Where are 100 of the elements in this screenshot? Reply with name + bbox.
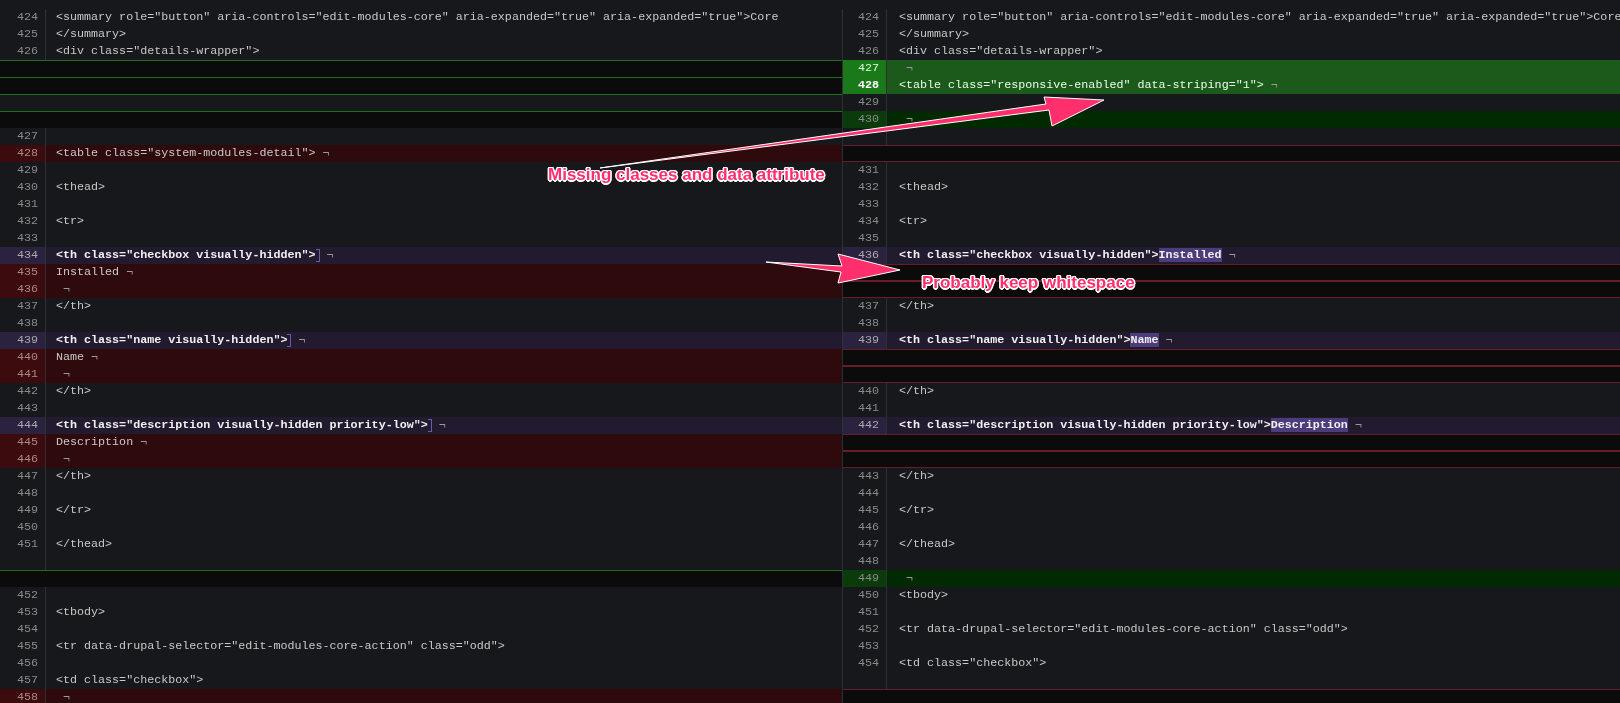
line-number: 443 [843,468,887,485]
line-number: 439 [843,332,887,349]
code-line: </th> [55,298,92,315]
line-number: 439 [0,332,46,349]
code-line: <tbody> [55,604,106,621]
annotation-label: Missing classes and data attribute [548,164,825,186]
line-number: 436 [0,281,46,298]
line-number: 435 [0,264,46,281]
line-number: 432 [0,213,46,230]
whitespace-mark: ¬ [321,145,330,162]
line-number: 433 [843,196,887,213]
code-line: <summary role="button" aria-controls="edit-modules-core" aria-expanded="true" aria-expanded="true">Core [55,9,779,26]
line-number: 448 [0,485,46,502]
code-line: <td class="checkbox"> [55,672,204,689]
whitespace-mark: ¬ [1269,77,1278,94]
code-line: <table class="system-modules-detail"> [55,145,316,162]
code-line: </tr> [898,502,935,519]
whitespace-mark: ¬ [905,60,913,77]
whitespace-mark: ¬ [1164,332,1173,349]
line-number: 454 [843,655,887,672]
code-line: <tr> [898,213,928,230]
line-number: 452 [843,621,887,638]
whitespace-mark: ¬ [325,247,334,264]
code-line: Installed [55,264,120,281]
code-line: <th class="description visually-hidden priority-low"> [55,417,428,434]
code-line: </th> [898,468,935,485]
annotation-label: Probably keep whitespace [922,272,1135,294]
line-number: 425 [0,26,46,43]
line-number: 429 [0,162,46,179]
code-line: <table class="responsive-enabled" data-striping="1"> [898,77,1264,94]
code-line: <thead> [898,179,949,196]
code-line: <tbody> [898,587,949,604]
code-line: <th class="checkbox visually-hidden">Installed [898,247,1222,264]
code-line: <th class="name visually-hidden"> [55,332,288,349]
whitespace-mark: ¬ [90,349,99,366]
code-line: <tr> [55,213,85,230]
line-number: 458 [0,689,46,703]
line-number: 430 [0,179,46,196]
line-number: 430 [843,111,887,128]
line-number: 455 [0,638,46,655]
line-number: 431 [843,162,887,179]
line-number: 432 [843,179,887,196]
whitespace-mark: ¬ [62,689,70,703]
code-line: <thead> [55,179,106,196]
line-number: 456 [0,655,46,672]
line-number: 447 [0,468,46,485]
whitespace-mark: ¬ [62,366,70,383]
code-line: <th class="checkbox visually-hidden"> [55,247,316,264]
whitespace-mark: ¬ [297,332,306,349]
line-number: 440 [0,349,46,366]
line-number: 450 [843,587,887,604]
line-number: 449 [843,570,887,587]
line-number: 441 [0,366,46,383]
whitespace-mark: ¬ [437,417,446,434]
code-line: </summary> [55,26,127,43]
line-number: 440 [843,383,887,400]
line-number: 427 [843,60,887,77]
code-line: <summary role="button" aria-controls="edit-modules-core" aria-expanded="true" aria-expanded="true">Core [898,9,1620,26]
code-line: </thead> [55,536,113,553]
whitespace-mark: ¬ [125,264,134,281]
code-line: <tr data-drupal-selector="edit-modules-core-action" class="odd"> [55,638,505,655]
line-number: 453 [843,638,887,655]
code-line: </summary> [898,26,970,43]
line-number: 431 [0,196,46,213]
whitespace-mark: ¬ [905,111,913,128]
code-line: </th> [898,298,935,315]
line-number: 425 [843,26,887,43]
line-number: 424 [843,9,887,26]
line-number: 453 [0,604,46,621]
whitespace-mark: ¬ [1227,247,1236,264]
line-number: 444 [0,417,46,434]
line-number: 451 [843,604,887,621]
code-line: </thead> [898,536,956,553]
code-line: Name [55,349,85,366]
code-line: <div class="details-wrapper"> [55,43,260,60]
line-number: 446 [843,519,887,536]
line-number: 428 [0,145,46,162]
line-number: 445 [843,502,887,519]
whitespace-mark: ¬ [905,570,913,587]
code-line: </th> [55,468,92,485]
code-line: <th class="description visually-hidden priority-low">Description [898,417,1348,434]
line-number: 442 [0,383,46,400]
line-number: 451 [0,536,46,553]
line-number: 447 [843,536,887,553]
line-number: 449 [0,502,46,519]
code-line: </th> [55,383,92,400]
code-line: <div class="details-wrapper"> [898,43,1103,60]
whitespace-mark: ¬ [62,281,70,298]
line-number: 437 [843,298,887,315]
code-line: </tr> [55,502,92,519]
whitespace-mark: ¬ [139,434,148,451]
code-line: <th class="name visually-hidden">Name [898,332,1159,349]
line-number: 434 [0,247,46,264]
code-line: <tr data-drupal-selector="edit-modules-core-action" class="odd"> [898,621,1348,638]
line-number: 442 [843,417,887,434]
code-line: <td class="checkbox"> [898,655,1047,672]
line-number: 445 [0,434,46,451]
line-number: 424 [0,9,46,26]
whitespace-mark: ¬ [62,451,70,468]
code-line: </th> [898,383,935,400]
